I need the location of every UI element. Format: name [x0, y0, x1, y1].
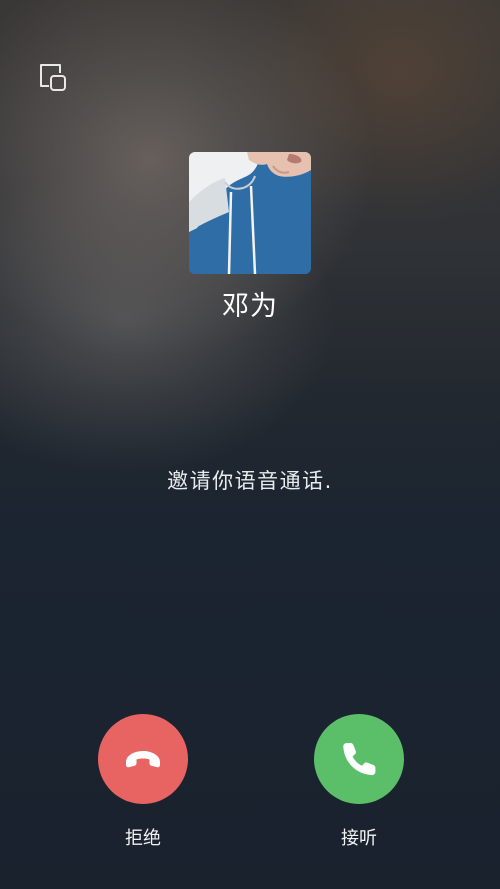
phone-hangup-icon: [126, 751, 160, 768]
accept-button[interactable]: [314, 714, 404, 804]
avatar-photo: [189, 152, 311, 274]
minimize-button[interactable]: [36, 62, 68, 94]
phone-icon: [343, 743, 376, 776]
decline-button[interactable]: [98, 714, 188, 804]
minimize-window-icon: [40, 64, 66, 91]
accept-label: 接听: [341, 828, 377, 849]
call-status-text: 邀请你语音通话.: [167, 469, 333, 493]
decline-label: 拒绝: [125, 828, 161, 849]
caller-avatar: [189, 152, 311, 274]
caller-name: 邓为: [222, 291, 278, 322]
incoming-call-screen: 邓为 邀请你语音通话. 拒绝 接听: [0, 0, 500, 889]
